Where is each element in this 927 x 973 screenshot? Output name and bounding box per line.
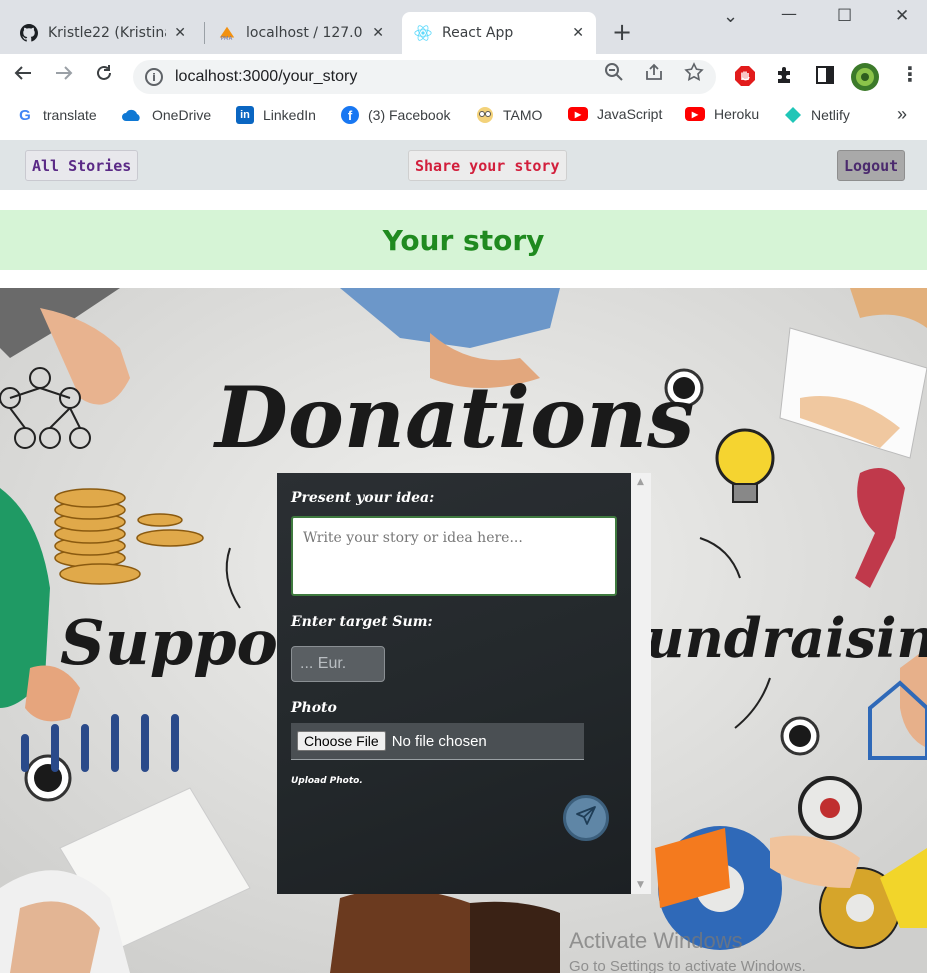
scroll-down-icon[interactable]: ▼ (637, 880, 644, 890)
bookmark-label: (3) Facebook (368, 107, 451, 123)
bookmark-linkedin[interactable]: in LinkedIn (236, 106, 316, 124)
idea-label: Present your idea: (291, 490, 435, 506)
url-text[interactable]: localhost:3000/your_story (175, 68, 357, 86)
upload-hint: Upload Photo. (291, 776, 363, 786)
chevron-double-right-icon: » (897, 104, 908, 124)
form-scrollbar[interactable]: ▲ ▼ (631, 473, 651, 894)
fundraising-heading-art: Fundraising (608, 606, 927, 670)
back-icon[interactable] (13, 63, 33, 88)
side-panel-icon[interactable] (815, 65, 835, 89)
close-window-button[interactable]: ✕ (895, 6, 909, 26)
photo-label: Photo (291, 700, 337, 716)
bookmark-heroku[interactable]: ▶ Heroku (685, 106, 759, 122)
bookmark-javascript[interactable]: ▶ JavaScript (568, 106, 662, 122)
github-icon (20, 24, 38, 42)
forward-icon[interactable] (54, 63, 74, 88)
story-form: Present your idea: Write your story or i… (277, 473, 651, 894)
tab-strip: Kristle22 (Kristina ✕ PMA localhost / 12… (0, 0, 927, 54)
bookmark-label: Heroku (714, 106, 760, 122)
bookmark-translate[interactable]: G translate (16, 106, 97, 124)
bookmark-star-icon[interactable] (684, 62, 704, 87)
linkedin-icon: in (236, 106, 254, 124)
tab-title: localhost / 127.0.0 (246, 25, 365, 41)
page-title-bar: Your story (0, 210, 927, 270)
netlify-icon (784, 106, 802, 124)
close-icon[interactable]: ✕ (174, 25, 186, 41)
idea-textarea[interactable]: Write your story or idea here... (291, 516, 617, 596)
tab-title: React App (442, 25, 514, 41)
tab-divider (204, 22, 205, 44)
google-icon: G (16, 106, 34, 124)
app-navbar: All Stories Share your story Logout (0, 140, 927, 190)
all-stories-link[interactable]: All Stories (25, 150, 139, 181)
extensions-icon[interactable] (775, 65, 795, 89)
choose-file-button[interactable]: Choose File (297, 731, 386, 751)
site-info-icon[interactable]: i (145, 68, 163, 86)
react-icon (414, 24, 432, 42)
donations-heading-art: Donations (215, 368, 695, 467)
profile-avatar[interactable] (851, 63, 879, 95)
bookmark-label: OneDrive (152, 107, 212, 123)
scroll-up-icon[interactable]: ▲ (637, 477, 644, 487)
tab-phpmyadmin[interactable]: PMA localhost / 127.0.0 ✕ (206, 12, 396, 54)
share-icon[interactable] (644, 62, 664, 87)
minimize-button[interactable]: — (781, 4, 797, 23)
bookmark-label: translate (43, 107, 97, 123)
tamo-icon (476, 106, 494, 124)
maximize-button[interactable]: ☐ (837, 6, 852, 26)
bookmark-onedrive[interactable]: OneDrive (121, 106, 211, 124)
bookmark-label: TAMO (503, 107, 543, 123)
adblock-icon[interactable] (734, 65, 756, 91)
tab-search-icon[interactable]: ⌄ (723, 6, 738, 27)
youtube-icon: ▶ (685, 107, 705, 121)
target-sum-label: Enter target Sum: (291, 614, 433, 630)
facebook-icon: f (341, 106, 359, 124)
bookmark-netlify[interactable]: Netlify (784, 106, 850, 124)
more-bookmarks-button[interactable]: » (897, 104, 907, 125)
youtube-icon: ▶ (568, 107, 588, 121)
close-icon[interactable]: ✕ (572, 25, 584, 41)
new-tab-button[interactable]: + (612, 20, 632, 44)
page-title: Your story (382, 223, 545, 257)
close-icon[interactable]: ✕ (372, 25, 384, 41)
zoom-icon[interactable] (604, 62, 624, 87)
svg-text:PMA: PMA (221, 36, 233, 42)
photo-file-input[interactable]: Choose File No file chosen (291, 723, 584, 760)
address-bar[interactable]: i localhost:3000/your_story (133, 60, 716, 94)
phpmyadmin-icon: PMA (218, 24, 236, 42)
reload-icon[interactable] (94, 63, 114, 88)
activate-windows-subtitle: Go to Settings to activate Windows. (569, 958, 806, 973)
file-status: No file chosen (391, 732, 487, 750)
share-story-link[interactable]: Share your story (408, 150, 567, 181)
logout-button[interactable]: Logout (837, 150, 906, 181)
tab-github[interactable]: Kristle22 (Kristina ✕ (8, 12, 198, 54)
send-icon (575, 805, 597, 831)
onedrive-icon (121, 106, 143, 124)
bookmark-label: JavaScript (597, 106, 663, 122)
bookmark-label: Netlify (811, 107, 850, 123)
bookmark-label: LinkedIn (263, 107, 316, 123)
tab-title: Kristle22 (Kristina (48, 25, 167, 41)
bookmark-facebook[interactable]: f (3) Facebook (341, 106, 450, 124)
menu-kebab-icon[interactable]: ⋮ (900, 62, 920, 86)
submit-button[interactable] (563, 795, 609, 841)
activate-windows-title: Activate Windows (569, 928, 743, 953)
bookmark-tamo[interactable]: TAMO (476, 106, 542, 124)
tab-react-app[interactable]: React App ✕ (402, 12, 596, 54)
target-sum-input[interactable]: ... Eur. (291, 646, 385, 682)
